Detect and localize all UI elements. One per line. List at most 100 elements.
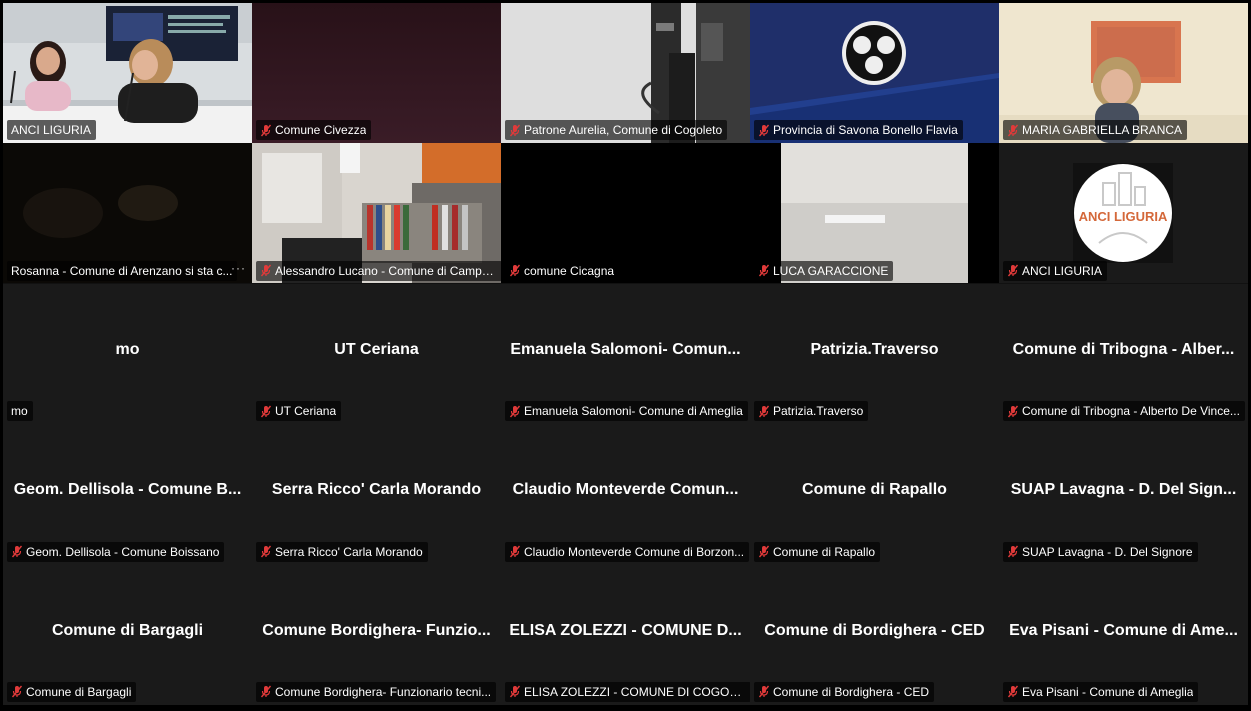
- participant-name-large: Claudio Monteverde Comun...: [512, 481, 739, 499]
- mic-muted-icon: [509, 686, 521, 698]
- participant-name-text: Comune di Rapallo: [773, 544, 876, 559]
- participant-name-text: Eva Pisani - Comune di Ameglia: [1022, 684, 1194, 699]
- participant-name-label: Alessandro Lucano - Comune di Campo...: [256, 260, 501, 281]
- participant-tile[interactable]: Geom. Dellisola - Comune B... Geom. Delli…: [3, 424, 252, 565]
- participant-name-text: ANCI LIGURIA: [11, 123, 92, 138]
- mic-muted-icon: [260, 545, 272, 558]
- participant-name-label: Geom. Dellisola - Comune Boissano: [7, 541, 225, 562]
- participant-tile[interactable]: Comune Civezza: [252, 3, 501, 144]
- participant-name-label: Comune di Bordighera - CED: [754, 681, 935, 702]
- participant-name-label: Patrone Aurelia, Comune di Cogoleto: [505, 120, 728, 141]
- mic-muted-icon: [260, 124, 272, 137]
- participant-tile[interactable]: Eva Pisani - Comune di Ame... Eva Pisani …: [999, 564, 1248, 705]
- participant-name-text: comune Cicagna: [524, 263, 615, 278]
- participant-name-label: ELISA ZOLEZZI - COMUNE DI COGORNO: [505, 681, 750, 702]
- participant-tile[interactable]: ANCI LIGURIA ANCI LIGURIA: [999, 143, 1248, 284]
- participant-name-large: Comune di Bordighera - CED: [764, 621, 985, 639]
- participant-tile[interactable]: Patrone Aurelia, Comune di Cogoleto: [501, 3, 750, 144]
- participant-name-text: Patrizia.Traverso: [773, 404, 864, 419]
- participant-name-large: Patrizia.Traverso: [810, 340, 939, 358]
- mic-muted-icon: [1007, 405, 1019, 418]
- mic-muted-icon: [758, 405, 770, 418]
- participant-name-large: Comune di Tribogna - Alber...: [1012, 340, 1235, 358]
- participant-name-label: ANCI LIGURIA: [1003, 260, 1108, 281]
- participant-name-label: Comune di Bargagli: [7, 681, 137, 702]
- participant-name-label: Patrizia.Traverso: [754, 401, 869, 422]
- participant-tile[interactable]: Claudio Monteverde Comun... Claudio Monte…: [501, 424, 750, 565]
- participant-name-text: Comune di Bargagli: [26, 684, 132, 699]
- more-options-icon[interactable]: ···: [231, 261, 246, 275]
- participant-tile[interactable]: mo mo: [3, 283, 252, 425]
- participant-tile[interactable]: Rosanna - Comune di Arenzano si sta c...…: [3, 143, 252, 284]
- mic-muted-icon: [758, 124, 770, 137]
- participant-name-label: Comune Civezza: [256, 120, 372, 141]
- participant-name-text: Alessandro Lucano - Comune di Campo...: [275, 263, 497, 278]
- participant-tile[interactable]: Serra Ricco' Carla Morando Serra Ricco' C…: [252, 424, 501, 565]
- participant-name-label: Provincia di Savona Bonello Flavia: [754, 120, 963, 141]
- participant-name-text: SUAP Lavagna - D. Del Signore: [1022, 544, 1193, 559]
- mic-muted-icon: [1007, 264, 1019, 277]
- participant-name-text: ANCI LIGURIA: [1022, 263, 1103, 278]
- participant-name-large: Serra Ricco' Carla Morando: [271, 481, 482, 499]
- participant-name-large: Comune Bordighera- Funzio...: [262, 621, 491, 639]
- participant-name-text: Claudio Monteverde Comune di Borzon...: [524, 544, 745, 559]
- mic-muted-icon: [1007, 545, 1019, 558]
- participant-name-text: Comune Civezza: [275, 123, 367, 138]
- participant-tile[interactable]: Comune di Tribogna - Alber... Comune di T…: [999, 283, 1248, 425]
- mic-muted-icon: [509, 264, 521, 277]
- gallery-grid: ANCI LIGURIA Comune Civezza Patrone Aure…: [3, 3, 1248, 705]
- participant-name-large: SUAP Lavagna - D. Del Sign...: [1010, 481, 1237, 499]
- participant-name-label: SUAP Lavagna - D. Del Signore: [1003, 541, 1198, 562]
- mic-muted-icon: [758, 686, 770, 698]
- participant-tile[interactable]: ELISA ZOLEZZI - COMUNE D... ELISA ZOLEZZI…: [501, 564, 750, 705]
- participant-name-large: UT Ceriana: [334, 340, 419, 358]
- participant-name-label: Comune di Tribogna - Alberto De Vince...: [1003, 401, 1245, 422]
- mic-muted-icon: [509, 405, 521, 418]
- participant-name-large: Emanuela Salomoni- Comun...: [510, 340, 741, 358]
- participant-name-text: Provincia di Savona Bonello Flavia: [773, 123, 958, 138]
- participant-name-label: Rosanna - Comune di Arenzano si sta c...: [7, 260, 238, 281]
- participant-tile[interactable]: Comune Bordighera- Funzio... Comune Bordi…: [252, 564, 501, 705]
- mic-muted-icon: [11, 686, 23, 698]
- mic-muted-icon: [758, 264, 770, 277]
- participant-name-large: Comune di Rapallo: [802, 481, 947, 499]
- participant-name-text: Comune di Bordighera - CED: [773, 684, 930, 699]
- participant-tile[interactable]: Comune di Bordighera - CED Comune di Bord…: [750, 564, 999, 705]
- participant-name-text: UT Ceriana: [275, 404, 337, 419]
- participant-name-text: ELISA ZOLEZZI - COMUNE DI COGORNO: [524, 684, 746, 699]
- mic-muted-icon: [260, 264, 272, 277]
- participant-tile[interactable]: Comune di Rapallo Comune di Rapallo: [750, 424, 999, 565]
- participant-name-text: Patrone Aurelia, Comune di Cogoleto: [524, 123, 723, 138]
- participant-name-label: Claudio Monteverde Comune di Borzon...: [505, 541, 750, 562]
- participant-name-text: Comune di Tribogna - Alberto De Vince...: [1022, 404, 1240, 419]
- participant-name-label: ANCI LIGURIA: [7, 120, 97, 141]
- participant-tile[interactable]: Provincia di Savona Bonello Flavia: [750, 3, 999, 144]
- participant-name-text: MARIA GABRIELLA BRANCA: [1022, 123, 1183, 138]
- participant-name-label: Serra Ricco' Carla Morando: [256, 541, 428, 562]
- participant-name-label: UT Ceriana: [256, 401, 342, 422]
- svg-text:ANCI LIGURIA: ANCI LIGURIA: [1079, 209, 1168, 224]
- participant-tile[interactable]: Comune di Bargagli Comune di Bargagli: [3, 564, 252, 705]
- participant-name-large: Geom. Dellisola - Comune B...: [13, 481, 242, 499]
- mic-muted-icon: [509, 545, 521, 558]
- participant-tile[interactable]: SUAP Lavagna - D. Del Sign... SUAP Lavagn…: [999, 424, 1248, 565]
- participant-tile[interactable]: Patrizia.Traverso Patrizia.Traverso: [750, 283, 999, 425]
- participant-tile[interactable]: Emanuela Salomoni- Comun... Emanuela Salo…: [501, 283, 750, 425]
- participant-tile[interactable]: UT Ceriana UT Ceriana: [252, 283, 501, 425]
- participant-tile[interactable]: MARIA GABRIELLA BRANCA: [999, 3, 1248, 144]
- participant-name-large: ELISA ZOLEZZI - COMUNE D...: [509, 621, 742, 639]
- participant-name-large: Eva Pisani - Comune di Ame...: [1009, 621, 1238, 639]
- participant-tile[interactable]: ANCI LIGURIA: [3, 3, 252, 144]
- participant-name-text: Emanuela Salomoni- Comune di Ameglia: [524, 404, 743, 419]
- participant-tile[interactable]: LUCA GARACCIONE: [750, 143, 999, 284]
- participant-name-label: mo: [7, 401, 33, 422]
- participant-tile[interactable]: Alessandro Lucano - Comune di Campo...: [252, 143, 501, 284]
- participant-name-text: mo: [11, 404, 28, 419]
- participant-name-label: Emanuela Salomoni- Comune di Ameglia: [505, 401, 748, 422]
- participant-name-label: Comune Bordighera- Funzionario tecni...: [256, 681, 497, 702]
- participant-tile[interactable]: comune Cicagna: [501, 143, 750, 284]
- mic-muted-icon: [509, 124, 521, 137]
- mic-muted-icon: [260, 405, 272, 418]
- participant-name-label: LUCA GARACCIONE: [754, 260, 894, 281]
- participant-name-label: Eva Pisani - Comune di Ameglia: [1003, 681, 1199, 702]
